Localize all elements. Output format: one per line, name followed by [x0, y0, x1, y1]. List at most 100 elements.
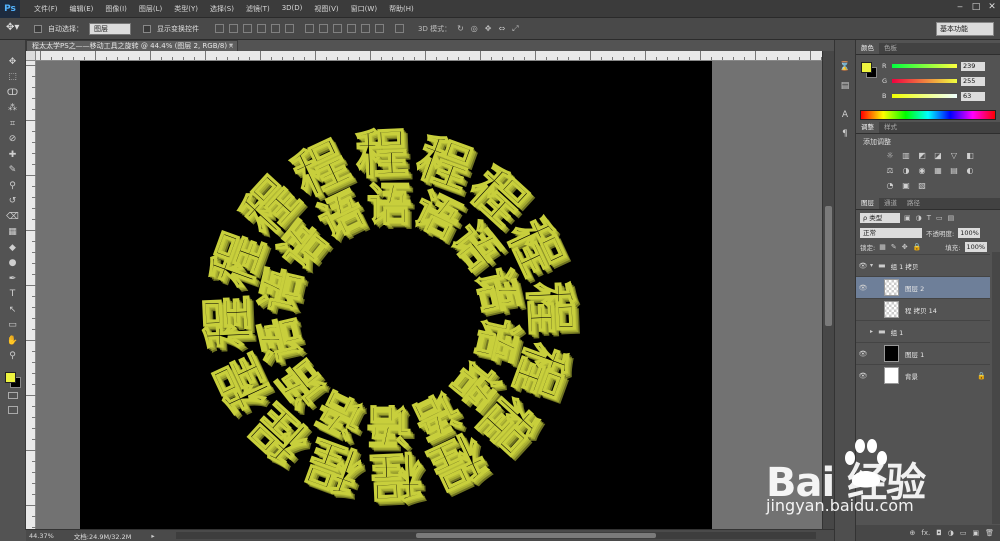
- color-spectrum[interactable]: [860, 110, 996, 120]
- visibility-eye-icon[interactable]: 👁: [856, 262, 870, 270]
- adjustment-icon[interactable]: ◔: [884, 180, 896, 192]
- green-value[interactable]: 255: [961, 76, 985, 86]
- maximize-button[interactable]: □: [970, 1, 982, 13]
- gradient-icon[interactable]: ▦: [2, 225, 24, 241]
- distribute-top-icon[interactable]: [305, 24, 314, 33]
- lasso-icon[interactable]: ↀ: [2, 85, 24, 101]
- minimize-button[interactable]: ‒: [954, 1, 966, 13]
- adjustment-icon[interactable]: ▽: [948, 150, 960, 162]
- doc-size-readout[interactable]: 文档:24.9M/32.2M: [74, 531, 132, 541]
- quick-mask-icon[interactable]: [8, 392, 18, 399]
- menu-item[interactable]: 窗口(W): [345, 4, 383, 14]
- layers-footer-icon[interactable]: ▣: [972, 529, 979, 537]
- menu-item[interactable]: 帮助(H): [383, 4, 420, 14]
- red-value[interactable]: 239: [961, 61, 985, 71]
- group-expand-icon[interactable]: ▾: [870, 262, 878, 269]
- layers-footer-icon[interactable]: ◑: [948, 529, 954, 537]
- filter-type-icon[interactable]: T: [927, 214, 931, 222]
- adjustment-icon[interactable]: ◐: [964, 165, 976, 177]
- adjustment-icon[interactable]: ▦: [932, 165, 944, 177]
- stamp-icon[interactable]: ⚲: [2, 178, 24, 194]
- auto-select-dropdown[interactable]: 图层: [89, 22, 131, 35]
- layers-footer-icon[interactable]: ◘: [936, 529, 942, 537]
- filter-shape-icon[interactable]: ▭: [936, 214, 943, 222]
- layer-row[interactable]: ▸ ▬ 组 1: [856, 320, 990, 342]
- brush-icon[interactable]: ✎: [2, 163, 24, 179]
- fill-field[interactable]: 100%: [964, 241, 987, 252]
- paragraph-panel-icon[interactable]: ¶: [838, 127, 852, 141]
- vertical-scroll-thumb[interactable]: [825, 206, 832, 326]
- menu-item[interactable]: 视图(V): [308, 4, 344, 14]
- screen-mode-icon[interactable]: [8, 406, 18, 414]
- auto-align-icon[interactable]: [395, 24, 404, 33]
- tab-swatches[interactable]: 色板: [879, 43, 902, 54]
- blue-value[interactable]: 63: [961, 91, 985, 101]
- filter-adjust-icon[interactable]: ◑: [916, 214, 922, 222]
- blur-icon[interactable]: ◆: [2, 240, 24, 256]
- adjustment-icon[interactable]: ⚖: [884, 165, 896, 177]
- tab-adjustments[interactable]: 调整: [856, 122, 879, 133]
- move-icon[interactable]: ✥: [2, 54, 24, 70]
- menu-item[interactable]: 3D(D): [276, 4, 309, 14]
- adjustment-icon[interactable]: ◧: [964, 150, 976, 162]
- history-panel-icon[interactable]: ⌛: [838, 60, 852, 74]
- filter-pixel-icon[interactable]: ▣: [904, 214, 911, 222]
- vertical-ruler[interactable]: [26, 51, 36, 529]
- layer-row[interactable]: 👁 图层 2: [856, 276, 990, 298]
- align-top-icon[interactable]: [215, 24, 224, 33]
- group-expand-icon[interactable]: ▸: [870, 328, 878, 335]
- tab-channels[interactable]: 通道: [879, 198, 902, 209]
- adjustment-icon[interactable]: ◑: [900, 165, 912, 177]
- align-bottom-icon[interactable]: [243, 24, 252, 33]
- adjustment-icon[interactable]: ▣: [900, 180, 912, 192]
- crop-icon[interactable]: ⌗: [2, 116, 24, 132]
- menu-item[interactable]: 选择(S): [204, 4, 240, 14]
- eyedropper-icon[interactable]: ⊘: [2, 132, 24, 148]
- ruler-origin[interactable]: [26, 51, 36, 61]
- visibility-eye-icon[interactable]: 👁: [856, 372, 870, 380]
- shape-icon[interactable]: ▭: [2, 318, 24, 334]
- distribute-left-icon[interactable]: [347, 24, 356, 33]
- visibility-eye-icon[interactable]: 👁: [856, 350, 870, 358]
- status-menu-icon[interactable]: ▸: [151, 532, 154, 540]
- horizontal-ruler[interactable]: [36, 51, 822, 61]
- red-slider[interactable]: [892, 64, 957, 68]
- green-slider[interactable]: [892, 79, 957, 83]
- layers-footer-icon[interactable]: 🗑: [985, 529, 994, 537]
- layers-footer-icon[interactable]: fx.: [921, 529, 930, 537]
- foreground-color-swatch[interactable]: [5, 372, 16, 383]
- tab-styles[interactable]: 样式: [879, 122, 902, 133]
- layer-row[interactable]: 👁 图层 1: [856, 342, 990, 364]
- layer-kind-filter[interactable]: ρ 类型: [860, 212, 900, 223]
- blend-mode-dropdown[interactable]: 正常: [860, 227, 922, 238]
- adjustment-icon[interactable]: ◉: [916, 165, 928, 177]
- history-brush-icon[interactable]: ↺: [2, 194, 24, 210]
- align-right-icon[interactable]: [285, 24, 294, 33]
- 3d-scale-icon[interactable]: ⤢: [512, 24, 518, 34]
- eraser-icon[interactable]: ⌫: [2, 209, 24, 225]
- align-hcenter-icon[interactable]: [271, 24, 280, 33]
- move-tool-preset-icon[interactable]: ✥▾: [6, 22, 28, 36]
- zoom-readout[interactable]: 44.37%: [29, 532, 54, 540]
- adjustment-icon[interactable]: ◩: [916, 150, 928, 162]
- panel-foreground-swatch[interactable]: [861, 62, 872, 73]
- close-document-icon[interactable]: ×: [228, 41, 234, 51]
- menu-item[interactable]: 编辑(E): [64, 4, 100, 14]
- distribute-hcenter-icon[interactable]: [361, 24, 370, 33]
- marquee-icon[interactable]: ⬚: [2, 70, 24, 86]
- tab-paths[interactable]: 路径: [902, 198, 925, 209]
- lock-position-icon[interactable]: ✥: [902, 243, 908, 251]
- type-icon[interactable]: T: [2, 287, 24, 303]
- horizontal-scroll-thumb[interactable]: [416, 533, 656, 538]
- document-canvas[interactable]: 程程程程程程程程程程程程程程程程程程程程程程程程程程程程程程程程程程程程程程程程…: [80, 61, 712, 529]
- distribute-right-icon[interactable]: [375, 24, 384, 33]
- character-panel-icon[interactable]: A: [838, 108, 852, 122]
- quick-select-icon[interactable]: ⁂: [2, 101, 24, 117]
- distribute-vcenter-icon[interactable]: [319, 24, 328, 33]
- pen-icon[interactable]: ✒: [2, 271, 24, 287]
- 3d-drag-icon[interactable]: ✥: [485, 24, 492, 34]
- opacity-field[interactable]: 100%: [958, 227, 981, 238]
- adjustment-icon[interactable]: ☼: [884, 150, 896, 162]
- lock-transparent-icon[interactable]: ▦: [879, 243, 886, 251]
- align-left-icon[interactable]: [257, 24, 266, 33]
